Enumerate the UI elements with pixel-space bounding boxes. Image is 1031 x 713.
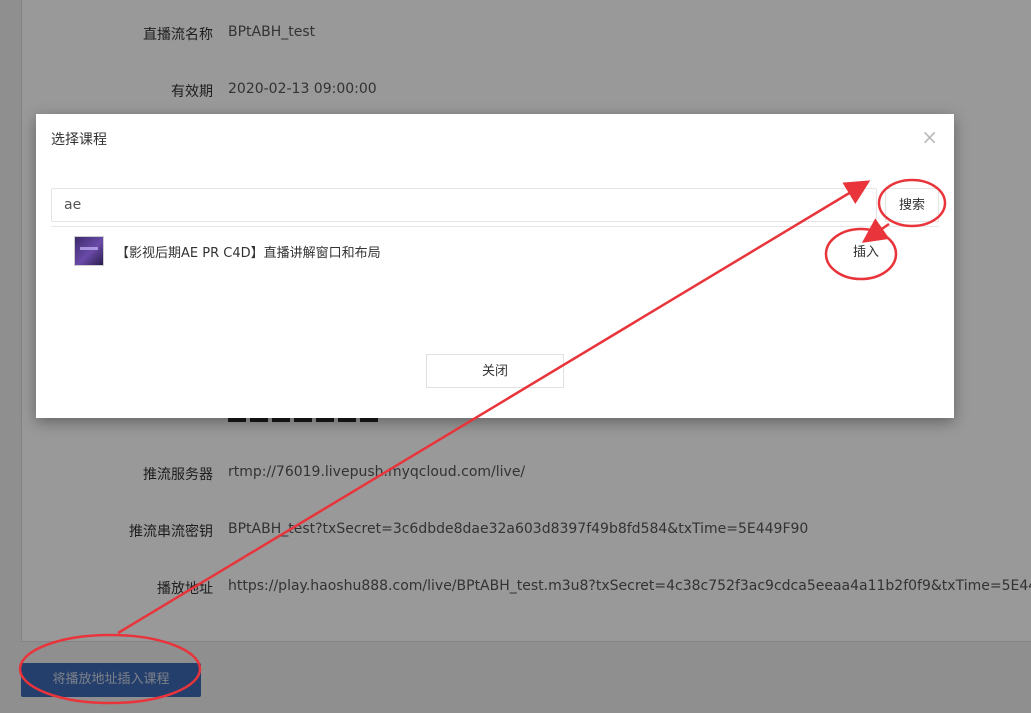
- list-item: 【影视后期AE PR C4D】直播讲解窗口和布局 插入: [74, 236, 934, 266]
- search-button[interactable]: 搜索: [885, 188, 939, 222]
- insert-button[interactable]: 插入: [853, 241, 879, 260]
- divider: [51, 226, 939, 227]
- select-course-dialog: 选择课程 × 搜索 【影视后期AE PR C4D】直播讲解窗口和布局 插入 关闭: [36, 114, 954, 418]
- search-input[interactable]: [51, 188, 877, 222]
- close-icon[interactable]: ×: [921, 127, 938, 147]
- course-thumbnail: [74, 236, 104, 266]
- close-button[interactable]: 关闭: [426, 354, 564, 388]
- course-title: 【影视后期AE PR C4D】直播讲解窗口和布局: [116, 246, 381, 261]
- page: 直播流名称 BPtABH_test 有效期 2020-02-13 09:00:0…: [0, 0, 1031, 713]
- dialog-title: 选择课程: [51, 132, 107, 148]
